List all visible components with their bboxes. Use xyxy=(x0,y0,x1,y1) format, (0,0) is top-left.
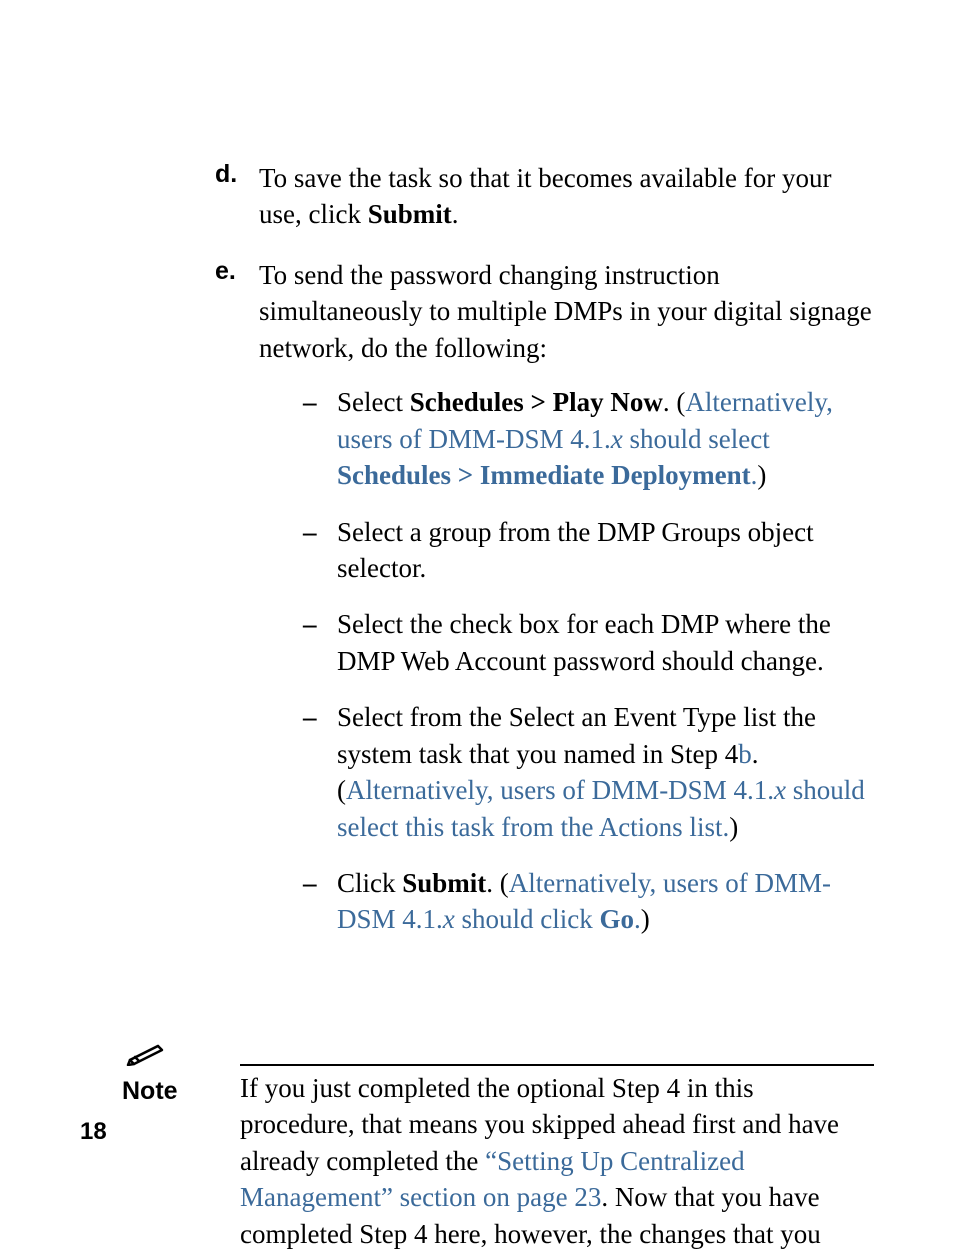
bold-go: Go xyxy=(600,904,635,934)
note-rule xyxy=(240,1064,874,1066)
note-label: Note xyxy=(122,1077,240,1106)
sub-body-4: Select from the Select an Event Type lis… xyxy=(337,699,874,845)
bold-immediate: Schedules > Immediate Deployment xyxy=(337,460,751,490)
note-right: If you just completed the optional Step … xyxy=(240,994,874,1252)
text: To save the task so that it becomes avai… xyxy=(259,163,831,229)
bold-schedules: Schedules > Play Now xyxy=(410,387,663,417)
sub-body-2: Select a group from the DMP Groups objec… xyxy=(337,514,874,587)
bold-submit: Submit xyxy=(368,199,452,229)
list-body-d: To save the task so that it becomes avai… xyxy=(259,160,874,233)
text: ) xyxy=(729,812,738,842)
text: should click xyxy=(455,904,600,934)
list-label-e: e. xyxy=(215,257,259,958)
sub-body-3: Select the check box for each DMP where … xyxy=(337,606,874,679)
italic-x: x xyxy=(611,424,623,454)
intro-text: To send the password changing instructio… xyxy=(259,260,872,363)
italic-x: x xyxy=(443,904,455,934)
dash: – xyxy=(303,514,337,587)
note-body: If you just completed the optional Step … xyxy=(240,1070,874,1252)
sub-body-5: Click Submit. (Alternatively, users of D… xyxy=(337,865,874,938)
sub-body-1: Select Schedules > Play Now. (Alternativ… xyxy=(337,384,874,493)
text: Select xyxy=(337,387,410,417)
text: . xyxy=(452,199,459,229)
text: . ( xyxy=(486,868,509,898)
dash: – xyxy=(303,384,337,493)
sub-item-1: – Select Schedules > Play Now. (Alternat… xyxy=(303,384,874,493)
text: . ( xyxy=(663,387,686,417)
text: ) xyxy=(757,460,766,490)
note-block: Note If you just completed the optional … xyxy=(120,994,874,1252)
sub-item-5: – Click Submit. (Alternatively, users of… xyxy=(303,865,874,938)
sub-item-4: – Select from the Select an Event Type l… xyxy=(303,699,874,845)
text: ) xyxy=(641,904,650,934)
note-icon xyxy=(124,1038,168,1071)
dash: – xyxy=(303,699,337,845)
text: . xyxy=(634,904,641,934)
dash: – xyxy=(303,865,337,938)
text: Alternatively, users of DMM-DSM 4.1. xyxy=(346,775,774,805)
list-body-e: To send the password changing instructio… xyxy=(259,257,874,958)
list-item-d: d. To save the task so that it becomes a… xyxy=(215,160,874,233)
page-number: 18 xyxy=(80,1118,107,1146)
sub-item-2: – Select a group from the DMP Groups obj… xyxy=(303,514,874,587)
note-left: Note xyxy=(120,994,240,1252)
list-item-e: e. To send the password changing instruc… xyxy=(215,257,874,958)
text: should select xyxy=(623,424,770,454)
text: Click xyxy=(337,868,402,898)
list-label-d: d. xyxy=(215,160,259,233)
sub-list: – Select Schedules > Play Now. (Alternat… xyxy=(259,384,874,938)
step-ref: b xyxy=(738,739,752,769)
sub-item-3: – Select the check box for each DMP wher… xyxy=(303,606,874,679)
alternative-text: Alternatively, users of DMM-DSM 4.1.x sh… xyxy=(337,775,865,841)
bold-submit: Submit xyxy=(402,868,486,898)
page-content: d. To save the task so that it becomes a… xyxy=(0,0,954,1206)
italic-x: x xyxy=(774,775,786,805)
dash: – xyxy=(303,606,337,679)
